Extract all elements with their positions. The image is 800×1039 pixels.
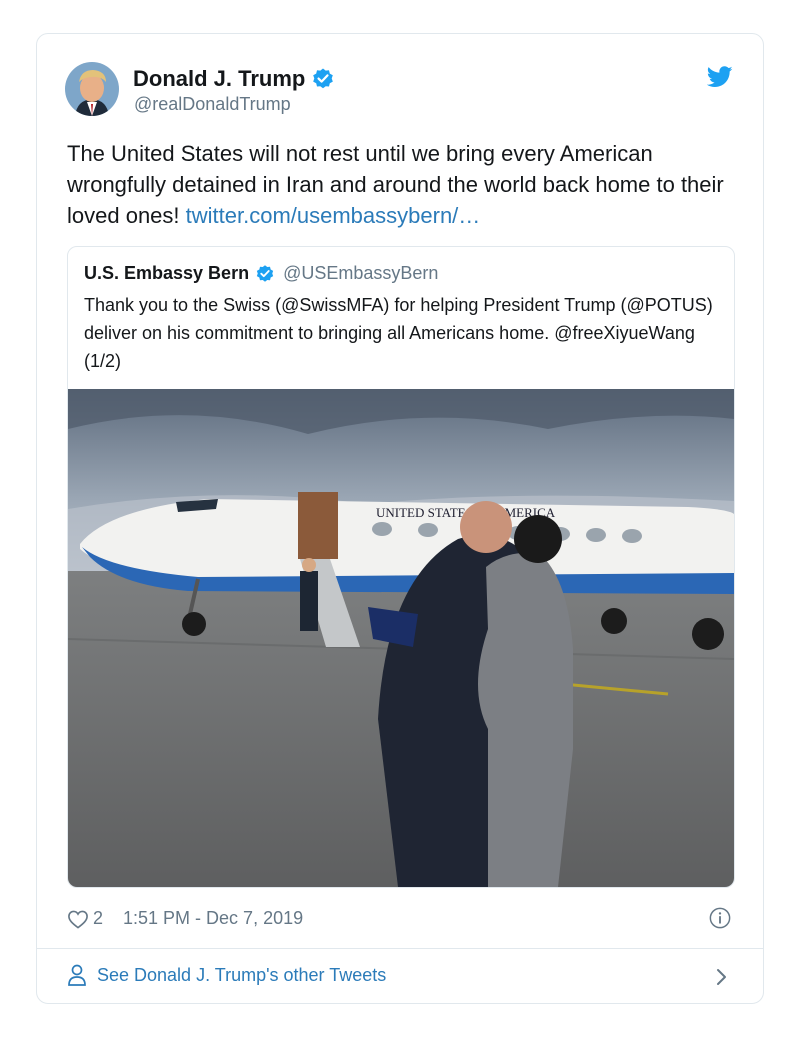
tweet-timestamp[interactable]: 1:51 PM - Dec 7, 2019 <box>123 908 303 929</box>
quoted-tweet-photo[interactable]: UNITED STATES OF AMERICA <box>68 389 734 887</box>
author-handle[interactable]: @realDonaldTrump <box>134 94 291 115</box>
author-name-row[interactable]: Donald J. Trump <box>133 66 335 92</box>
embedded-tweet-card: Donald J. Trump @realDonaldTrump The Uni… <box>36 33 764 1004</box>
verified-badge-icon <box>256 264 274 282</box>
tweet-link[interactable]: twitter.com/usembassybern/… <box>186 203 481 228</box>
heart-icon[interactable] <box>67 909 89 929</box>
quoted-tweet[interactable]: U.S. Embassy Bern @USEmbassyBern Thank y… <box>67 246 735 888</box>
like-count[interactable]: 2 <box>93 908 103 929</box>
see-other-tweets-link[interactable]: See Donald J. Trump's other Tweets <box>67 964 386 986</box>
footer-divider <box>37 948 763 949</box>
quoted-tweet-header: U.S. Embassy Bern @USEmbassyBern <box>84 263 438 284</box>
info-icon[interactable] <box>709 907 731 929</box>
tweet-text: The United States will not rest until we… <box>67 138 747 231</box>
quoted-tweet-text: Thank you to the Swiss (@SwissMFA) for h… <box>84 295 713 371</box>
quoted-author-handle: @USEmbassyBern <box>283 263 439 283</box>
author-name[interactable]: Donald J. Trump <box>133 66 305 92</box>
author-avatar[interactable] <box>65 62 119 116</box>
chevron-right-icon[interactable] <box>715 966 729 988</box>
see-other-tweets-label[interactable]: See Donald J. Trump's other Tweets <box>97 965 386 986</box>
quoted-author-name: U.S. Embassy Bern <box>84 263 250 283</box>
tweet-meta: 2 1:51 PM - Dec 7, 2019 <box>67 908 303 929</box>
person-icon <box>68 964 86 986</box>
verified-badge-icon <box>313 68 334 89</box>
twitter-bird-icon[interactable] <box>707 66 733 88</box>
